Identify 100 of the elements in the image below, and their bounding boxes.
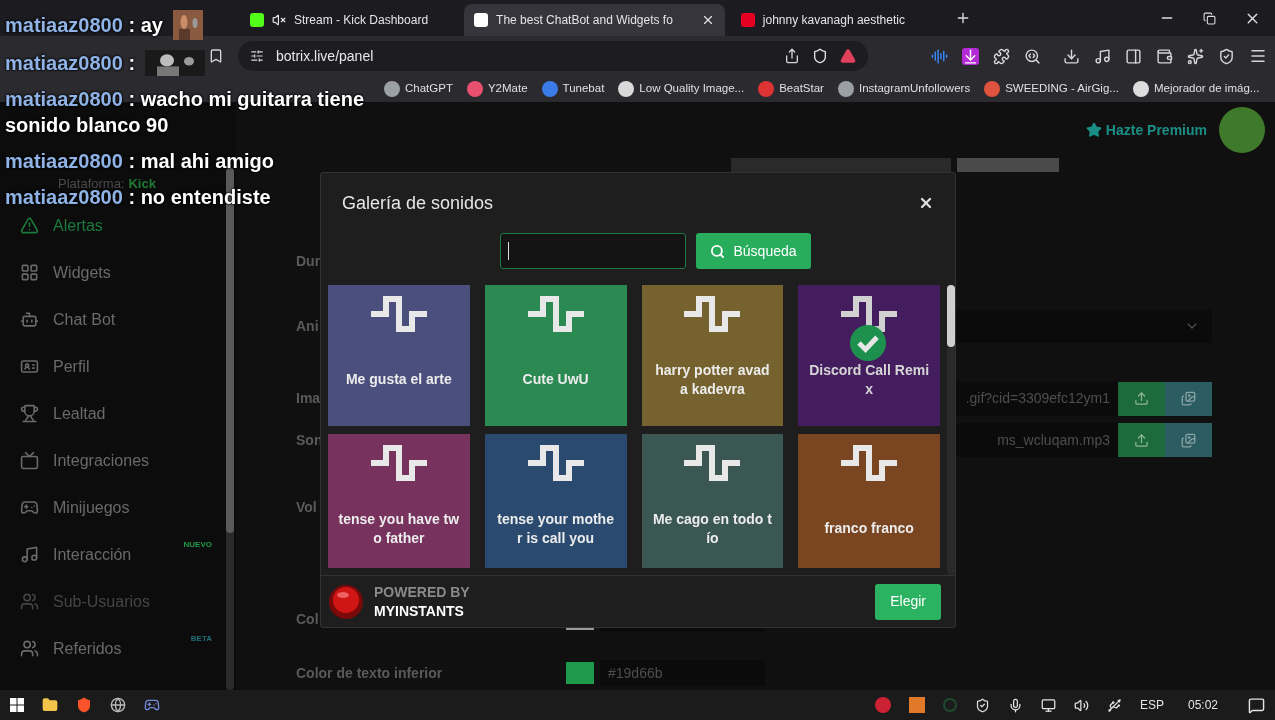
- music-icon: [20, 545, 39, 564]
- usb-icon[interactable]: [1106, 697, 1122, 713]
- folder-icon[interactable]: [42, 697, 58, 713]
- vpn-icon[interactable]: [1218, 47, 1235, 65]
- share-icon[interactable]: [784, 48, 800, 64]
- star-icon: [1085, 122, 1102, 138]
- close-icon[interactable]: [918, 195, 934, 211]
- robot-icon: [20, 310, 39, 329]
- wallet-icon[interactable]: [1156, 47, 1173, 65]
- field-label: Dur: [296, 251, 321, 271]
- premium-link[interactable]: Hazte Premium: [1105, 119, 1207, 141]
- nav-item[interactable]: Perfil: [0, 348, 226, 385]
- users-icon: [20, 592, 39, 611]
- volume-icon[interactable]: [1073, 697, 1089, 713]
- notifications-icon[interactable]: [1248, 696, 1265, 714]
- tab-title: johnny kavanagh aesthetic: [762, 12, 906, 29]
- sound-tile[interactable]: tense you have two father: [328, 434, 470, 568]
- sound-tile[interactable]: harry potter avada kadevra: [641, 285, 784, 426]
- sound-tile[interactable]: tense your mother is call you: [484, 434, 627, 568]
- clock-time[interactable]: 05:02: [1187, 696, 1218, 714]
- music-icon[interactable]: [1094, 47, 1111, 65]
- tab-title: Stream - Kick Dashboard: [294, 12, 430, 29]
- muted-speaker-icon[interactable]: [272, 13, 286, 27]
- sidebar-icon[interactable]: [1125, 47, 1142, 65]
- tray-app-icon: [874, 697, 891, 713]
- nav-item[interactable]: Alertas: [0, 207, 226, 244]
- extensions-icon[interactable]: [993, 47, 1010, 65]
- bookmark[interactable]: ChatGPT: [405, 80, 453, 98]
- chat-message: matiaaz0800 : mal ahi amigo: [5, 149, 275, 174]
- status-label: BETA: [190, 632, 212, 645]
- field-label: Ani: [296, 316, 319, 336]
- security-icon: [974, 697, 990, 713]
- powered-by-text: POWERED BY: [374, 582, 470, 602]
- search-field[interactable]: [500, 233, 687, 269]
- microphone-icon[interactable]: [1007, 697, 1023, 713]
- bookmark[interactable]: Mejorador de imág...: [1153, 80, 1260, 98]
- avatar[interactable]: [1219, 107, 1265, 153]
- site-icon: [740, 13, 755, 27]
- sound-wave-icon: [525, 295, 586, 333]
- sound-name: Cute UwU: [522, 370, 589, 389]
- bookmark[interactable]: SWEEDING - AirGig...: [1005, 80, 1119, 98]
- field-label: Vol: [296, 497, 317, 517]
- network-icon[interactable]: [1040, 697, 1056, 713]
- nav-item[interactable]: Lealtad: [0, 395, 226, 432]
- tray-app-icon: [908, 697, 925, 713]
- shield-icon[interactable]: [812, 48, 828, 64]
- sound-name: Discord Call Remix: [808, 360, 930, 399]
- sparkle-icon[interactable]: [1187, 47, 1204, 65]
- sound-wave-icon: [682, 295, 743, 333]
- sound-tile[interactable]: Discord Call Remix: [798, 285, 940, 426]
- tray-app-icon: [942, 698, 957, 712]
- nav-item[interactable]: Widgets: [0, 254, 226, 291]
- bookmark[interactable]: BeatStar: [779, 80, 824, 98]
- users-icon: [20, 639, 39, 658]
- bookmark[interactable]: Tunebat: [562, 80, 605, 98]
- status-label: NUEVO: [183, 538, 212, 551]
- images-icon: [1181, 432, 1196, 448]
- bookmark[interactable]: Low Quality Image...: [639, 80, 745, 98]
- platform-label: Plataforma:: [58, 176, 125, 191]
- upload-button[interactable]: [1118, 381, 1165, 416]
- browser-tab[interactable]: Stream - Kick Dashboard: [240, 4, 459, 36]
- chat-message: matiaaz0800 : ay: [5, 13, 163, 38]
- audio-icon[interactable]: [931, 47, 948, 65]
- color-swatch[interactable]: [566, 662, 594, 684]
- nav-item[interactable]: Minijuegos: [0, 489, 226, 526]
- address-bar[interactable]: botrix.live/panel: [238, 41, 868, 71]
- bookmark-icon[interactable]: [208, 48, 224, 64]
- nav-item[interactable]: Integraciones: [0, 442, 226, 479]
- sound-wave-icon: [368, 444, 429, 482]
- tab-title: The best ChatBot and Widgets fo: [496, 12, 674, 29]
- download-extension-icon[interactable]: [962, 47, 979, 65]
- sound-tile[interactable]: Me cago en todo tío: [641, 434, 784, 568]
- windows-icon[interactable]: [10, 698, 24, 712]
- dialog-title: Galería de sonidos: [342, 191, 495, 215]
- sound-tile[interactable]: franco franco: [798, 434, 940, 568]
- nav-item[interactable]: Interacción NUEVO: [0, 536, 226, 573]
- sound-tile[interactable]: Me gusta el arte: [328, 285, 470, 426]
- triangle-icon[interactable]: [840, 48, 856, 64]
- id-card-icon: [20, 357, 39, 376]
- field-label: Ima: [296, 389, 321, 408]
- sound-name: franco franco: [824, 519, 914, 538]
- page-search-icon[interactable]: [1024, 47, 1041, 65]
- nav-item[interactable]: Referidos BETA: [0, 630, 226, 667]
- browser-tab[interactable]: johnny kavanagh aesthetic: [730, 4, 935, 36]
- chat-message: matiaaz0800 : wacho mi guitarra tiene sonido blanco 90: [5, 87, 366, 138]
- menu-icon[interactable]: [1249, 47, 1267, 65]
- trophy-icon: [20, 404, 39, 423]
- site-settings-icon[interactable]: [250, 49, 264, 63]
- browser-tab[interactable]: The best ChatBot and Widgets fo: [464, 4, 725, 36]
- images-icon: [1181, 391, 1196, 406]
- bookmark[interactable]: Y2Mate: [487, 80, 528, 98]
- download-icon[interactable]: [1063, 47, 1080, 65]
- sound-tile[interactable]: Cute UwU: [484, 285, 627, 426]
- scrollbar-thumb[interactable]: [947, 285, 955, 347]
- language-indicator[interactable]: ESP: [1139, 696, 1164, 714]
- restore-icon[interactable]: [1203, 11, 1216, 25]
- tv-icon: [20, 451, 39, 470]
- gallery-button[interactable]: [1165, 381, 1212, 416]
- nav-item[interactable]: Chat Bot: [0, 301, 226, 338]
- bookmark[interactable]: InstagramUnfollowers: [858, 80, 971, 98]
